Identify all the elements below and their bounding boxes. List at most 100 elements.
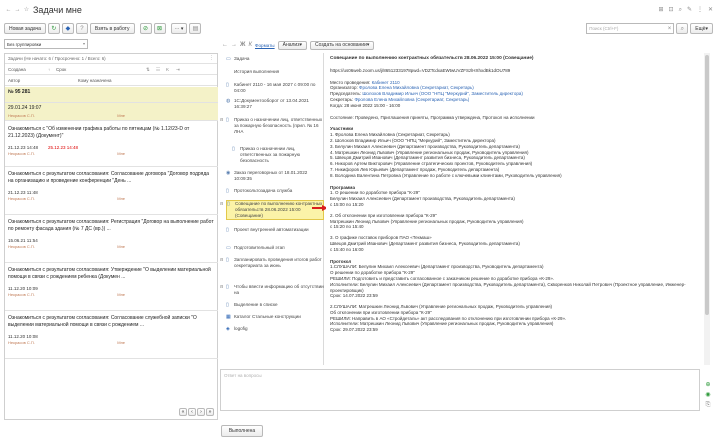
tree-item[interactable]: ▯ Приказ о назначении лиц, ответственных …: [226, 117, 324, 135]
tree-item[interactable]: ▦ Каталог Стальные конструкции: [226, 314, 324, 320]
grouping-select[interactable]: Без группировки ▾: [4, 39, 88, 49]
collapse-icon[interactable]: ⊟: [220, 257, 223, 262]
view-mode-button[interactable]: ▤: [189, 23, 202, 34]
protocol-line[interactable]: Исполнители: Белулин Михаил Алексеевич (…: [330, 282, 698, 294]
attach-icon[interactable]: ⌕: [679, 7, 682, 13]
search-button[interactable]: ⌕: [676, 23, 689, 34]
back-arrow-icon[interactable]: ←: [4, 7, 13, 13]
tree-item[interactable]: ▯ Проект внутренней автоматизации: [226, 227, 324, 233]
tree-item[interactable]: ▭ Подготовительный этап: [226, 245, 324, 251]
tree-item[interactable]: ◍ 1С:Документооборот от 13.04.2021 16:39:…: [226, 98, 324, 110]
pager-next[interactable]: ›: [197, 408, 205, 416]
search-input[interactable]: Поиск (Ctrl+F) ×: [586, 23, 675, 34]
filter-k-icon[interactable]: K: [166, 67, 176, 72]
report-button[interactable]: ⊠: [153, 23, 166, 34]
doc-secretary-link[interactable]: Фролова Елена Михайловна (Секретариат, С…: [354, 97, 469, 102]
list-item[interactable]: 29.01.24 19:07 Некрасов С.П. Мне: [5, 103, 218, 121]
italic-icon[interactable]: К: [248, 42, 252, 48]
kebab-icon[interactable]: ⋮: [209, 55, 214, 61]
doc-organizer-link[interactable]: Фролова Елена Михайловна (Секретариат, С…: [359, 85, 474, 90]
list-item[interactable]: Ознакомиться с результатом согласования:…: [5, 169, 218, 215]
complete-button[interactable]: Выполнена: [221, 425, 263, 437]
attach-icon[interactable]: ⎘: [706, 402, 711, 408]
tree-item[interactable]: ▯ Протокольтозадача служба: [226, 188, 324, 194]
tree-item-label: Заказ переговорных от 18.01.2022 10:09:3…: [234, 170, 308, 181]
list-item[interactable]: Ознакомиться с результатом согласования:…: [5, 265, 218, 311]
col-due[interactable]: Срок: [56, 67, 146, 72]
list-item[interactable]: Ознакомиться с результатом согласования:…: [5, 217, 218, 263]
tree-item[interactable]: ▯ Запланировать проведения итогов работ с…: [226, 257, 324, 269]
comment-placeholder: Ответ на вопросы: [224, 373, 262, 378]
columns-icon[interactable]: ☷: [156, 67, 166, 72]
tree-item[interactable]: ▯ Выделение в списке: [226, 302, 324, 308]
collapse-icon[interactable]: ⊟: [220, 201, 223, 206]
help-button[interactable]: ?: [75, 23, 88, 34]
tree-item-label: Приказ о назначении лиц, ответственных з…: [240, 146, 301, 163]
collapse-icon[interactable]: ⊟: [220, 284, 223, 289]
create-based-button[interactable]: Создать на основании ▾: [310, 40, 375, 50]
task-icon: ▭: [226, 56, 231, 62]
tree-item[interactable]: ▯ Чтобы ввести информацию об отсутствии н…: [226, 284, 324, 296]
comment-actions: ⊕ ◉ ⎘: [703, 382, 713, 408]
analysis-button[interactable]: Анализ ▾: [277, 40, 308, 50]
list-item-selected[interactable]: № 95 281: [5, 87, 218, 103]
tree-item[interactable]: ▯ Кабинет 2110 - 16 мая 2027 с 09:00 по 0…: [226, 82, 324, 94]
mark-icon[interactable]: ◉: [705, 392, 710, 398]
edit-icon[interactable]: ✎: [687, 7, 692, 13]
print-icon[interactable]: ⊡: [669, 7, 674, 13]
export-icon[interactable]: ⇥: [176, 67, 186, 72]
back-arrow-icon[interactable]: ←: [222, 42, 228, 48]
tree-item[interactable]: История выполнения: [226, 69, 324, 75]
doc-scrollbar[interactable]: [704, 53, 710, 365]
close-icon[interactable]: ✕: [708, 7, 713, 13]
doc-scrollbar-thumb[interactable]: [705, 55, 709, 315]
pager-prev[interactable]: ‹: [188, 408, 196, 416]
new-task-button[interactable]: Новая задача: [4, 23, 46, 34]
forward-arrow-icon[interactable]: →: [231, 42, 237, 48]
ticket-created: 21.12.23 11:48: [8, 190, 38, 195]
list-item[interactable]: Ознакомиться с результатом согласования:…: [5, 313, 218, 359]
kebab-icon[interactable]: ⋮: [697, 7, 703, 13]
doc-place-link[interactable]: Кабинет 2110: [372, 80, 400, 85]
pager-last[interactable]: »: [206, 408, 214, 416]
refresh-button[interactable]: ↻: [47, 23, 60, 34]
sort-asc-icon[interactable]: ↑: [48, 67, 56, 72]
sort-icon[interactable]: ⇅: [146, 67, 156, 72]
take-to-work-button[interactable]: Взять в работу: [89, 23, 135, 34]
doc-url-link[interactable]: https://us06web.zoom.us/j/86512331978pwd…: [330, 68, 698, 74]
comment-input[interactable]: Ответ на вопросы: [220, 369, 700, 411]
protocol-line: Срок: 14.07.2022 23:59: [330, 293, 378, 299]
col-author[interactable]: Автор: [8, 78, 78, 83]
collapse-icon[interactable]: ⊟: [220, 117, 223, 122]
filter-button[interactable]: ⊘: [139, 23, 152, 34]
list-item[interactable]: Ознакомиться с "Об изменении графика раб…: [5, 124, 218, 167]
tree-item[interactable]: ▯ Приказ о назначении лиц, ответственных …: [226, 146, 324, 164]
more-right-button[interactable]: Ещё ▾: [690, 23, 713, 34]
detail-toolbar: ← → Ж К Форматы Анализ ▾ Создать на осно…: [222, 40, 375, 50]
tree-item-selected[interactable]: ▯ Совещание по выполнению контрактных обя…: [226, 200, 324, 220]
tree-item-label: 1С:Документооборот от 13.04.2021 16:39:2…: [234, 98, 309, 109]
protocol-line: Срок: 29.07.2022 23:59: [330, 327, 378, 333]
ticket-text: Ознакомиться с "Об изменении графика раб…: [8, 126, 190, 139]
add-icon[interactable]: ⊕: [705, 382, 710, 388]
pager-first[interactable]: «: [179, 408, 187, 416]
tree-item[interactable]: ◉ Заказ переговорных от 18.01.2022 10:09:…: [226, 170, 324, 182]
tree-item[interactable]: ◈ logofig: [226, 326, 324, 332]
favorite-button[interactable]: ◆: [61, 23, 74, 34]
col-assignee[interactable]: Кому назначена: [78, 78, 112, 83]
formats-link[interactable]: Форматы: [255, 43, 275, 48]
bold-icon[interactable]: Ж: [240, 42, 245, 48]
link-icon[interactable]: ⊞: [659, 7, 664, 13]
search-clear-icon[interactable]: ×: [668, 26, 672, 32]
help-icon: ?: [80, 25, 84, 32]
ticket-text: Ознакомиться с результатом согласования:…: [8, 267, 211, 280]
search-placeholder: Поиск (Ctrl+F): [589, 26, 619, 31]
star-icon[interactable]: ☆: [22, 7, 31, 13]
col-created[interactable]: Создана: [8, 67, 48, 72]
tree-item[interactable]: ▭ Задача: [226, 56, 324, 62]
more-left-button[interactable]: ⋯ ▾: [170, 23, 188, 34]
program-time: с 15:00 по 15:20: [330, 201, 364, 207]
doc-chairman-link[interactable]: Шолохов Владимир Ильич (ООО "НПЦ "Меркур…: [362, 91, 523, 96]
forward-arrow-icon[interactable]: →: [13, 7, 22, 13]
tree-item-label: Каталог Стальные конструкции: [234, 314, 301, 319]
